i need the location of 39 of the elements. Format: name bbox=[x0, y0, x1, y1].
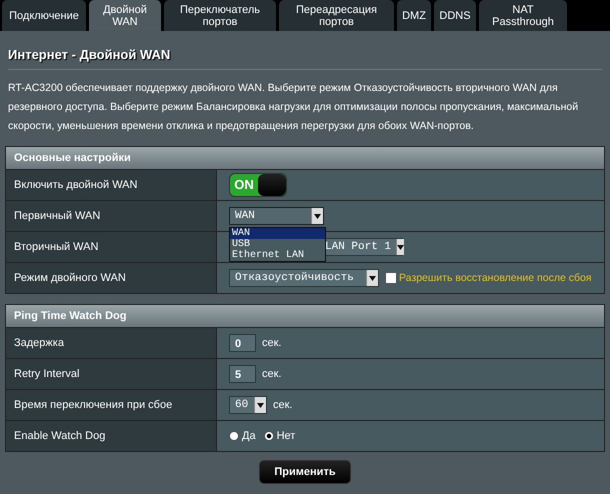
section-header: Ping Time Watch Dog bbox=[6, 305, 604, 328]
dropdown-option[interactable]: WAN bbox=[230, 228, 325, 239]
checkbox[interactable] bbox=[385, 272, 397, 284]
radio-button[interactable] bbox=[264, 431, 274, 441]
checkbox-label: Разрешить восстановление после сбоя bbox=[399, 272, 592, 284]
setting-label: Retry Interval bbox=[6, 359, 217, 389]
dropdown-select[interactable]: 60 bbox=[229, 396, 267, 414]
section-header: Основные настройки bbox=[6, 147, 604, 170]
tab[interactable]: Переадресация портов bbox=[279, 0, 394, 31]
page-title: Интернет - Двойной WAN bbox=[7, 46, 172, 64]
tab[interactable]: Подключение bbox=[2, 0, 86, 31]
dropdown-select[interactable]: WAN bbox=[229, 207, 324, 225]
caret-icon bbox=[314, 214, 321, 218]
unit-label: сек. bbox=[262, 337, 282, 349]
tab[interactable]: Переключатель портов bbox=[164, 0, 276, 31]
radio-label: Да bbox=[242, 430, 256, 442]
setting-label: Задержка bbox=[6, 328, 217, 358]
dropdown-select[interactable]: Отказоустойчивость bbox=[229, 269, 379, 287]
apply-button[interactable]: Применить bbox=[259, 460, 351, 484]
unit-label: сек. bbox=[262, 368, 282, 380]
unit-label: сек. bbox=[273, 399, 292, 411]
description-text: RT-AC3200 обеспечивает поддержку двойного WAN. Выберите режим Отказоустойчивость вторичного WAN для резервного доступа. Выберите режим Балансировка нагрузки для оптимизации полосы пропускания, максимальной скорости, уменьшения времени отклика и предотвращения перегрузки для обоих WAN-портов. bbox=[7, 81, 580, 134]
radio-label: Нет bbox=[276, 430, 296, 442]
tab[interactable]: Двойной WAN bbox=[89, 0, 161, 31]
caret-icon bbox=[397, 244, 404, 250]
tab[interactable]: DDNS bbox=[434, 0, 476, 31]
setting-label: Первичный WAN bbox=[6, 201, 217, 231]
input-field[interactable]: 5 bbox=[229, 365, 256, 383]
caret-icon bbox=[257, 402, 264, 408]
caret-icon bbox=[369, 276, 376, 280]
setting-label: Время переключения при сбое bbox=[6, 390, 217, 420]
setting-label: Enable Watch Dog bbox=[6, 421, 217, 451]
setting-label: Режим двойного WAN bbox=[6, 263, 217, 293]
input-field[interactable]: 0 bbox=[229, 334, 256, 352]
setting-label: Включить двойной WAN bbox=[6, 170, 217, 200]
setting-label: Вторичный WAN bbox=[6, 232, 217, 262]
radio-button[interactable] bbox=[229, 431, 239, 441]
tab[interactable]: NAT Passthrough bbox=[479, 0, 567, 31]
tab[interactable]: DMZ bbox=[397, 0, 431, 31]
